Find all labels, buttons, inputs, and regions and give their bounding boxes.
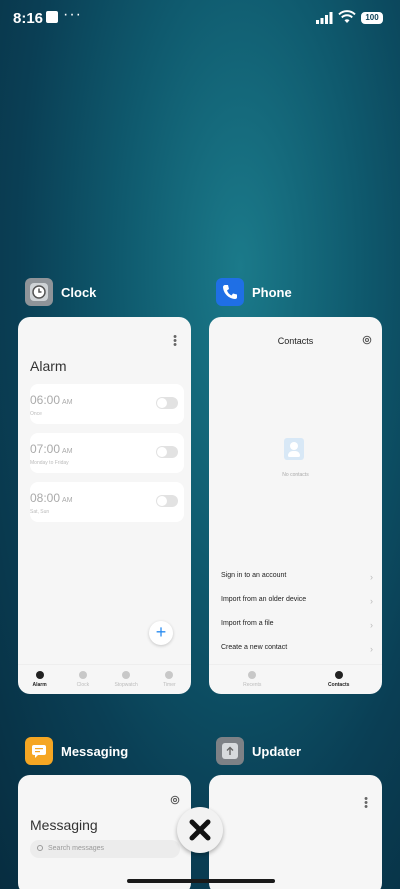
- gear-icon[interactable]: [362, 335, 372, 345]
- stopwatch-icon: [122, 671, 131, 679]
- home-indicator[interactable]: [127, 879, 275, 883]
- search-input[interactable]: Search messages: [30, 840, 180, 858]
- empty-state-text: No contacts: [282, 472, 309, 478]
- notification-icon: [46, 11, 58, 23]
- tab-clock[interactable]: Clock: [61, 665, 104, 694]
- clock-bottom-nav: Alarm Clock Stopwatch Timer: [18, 664, 191, 694]
- messaging-app-card[interactable]: Messaging Search messages: [18, 775, 191, 889]
- clock-app-card[interactable]: • • • Alarm 06:00 AM Once 07:00 AM Monday to…: [18, 317, 191, 694]
- page-title: Messaging: [30, 817, 98, 833]
- hourglass-icon: [165, 671, 174, 679]
- alarm-item[interactable]: 06:00 AM Once: [30, 384, 184, 424]
- phone-app-card[interactable]: Contacts No contacts Sign in to an accou…: [209, 317, 382, 694]
- messaging-app-icon: [25, 737, 53, 765]
- person-icon: [334, 671, 343, 679]
- more-notifications-icon: ···: [63, 6, 82, 23]
- phone-app-name: Phone: [252, 284, 292, 300]
- tab-recents[interactable]: Recents: [209, 665, 296, 694]
- chevron-right-icon: ›: [370, 572, 373, 582]
- search-icon: [37, 845, 43, 851]
- alarm-item[interactable]: 07:00 AM Monday to Friday: [30, 433, 184, 473]
- create-contact-option[interactable]: Create a new contact ›: [221, 644, 373, 658]
- import-older-device-option[interactable]: Import from an older device ›: [221, 596, 373, 610]
- tab-contacts[interactable]: Contacts: [296, 665, 383, 694]
- chevron-right-icon: ›: [370, 596, 373, 606]
- updater-app-name: Updater: [252, 743, 302, 759]
- tab-alarm[interactable]: Alarm: [18, 665, 61, 694]
- sign-in-account-option[interactable]: Sign in to an account ›: [221, 572, 373, 586]
- chevron-right-icon: ›: [370, 620, 373, 630]
- contact-placeholder-icon: [284, 438, 304, 460]
- clear-all-button[interactable]: [177, 807, 223, 853]
- page-title: Contacts: [277, 336, 314, 346]
- alarm-time: 08:00 AM: [30, 491, 73, 505]
- alarm-toggle[interactable]: [156, 397, 178, 409]
- phone-bottom-nav: Recents Contacts: [209, 664, 382, 694]
- more-options-icon[interactable]: • • •: [364, 794, 368, 813]
- updater-app-header[interactable]: Updater: [216, 737, 301, 765]
- gear-icon[interactable]: [170, 795, 180, 805]
- wifi-icon: [338, 10, 356, 23]
- alarm-icon: [35, 671, 44, 679]
- clock-app-icon: [25, 278, 53, 306]
- clock-icon: [78, 671, 87, 679]
- phone-app-icon: [216, 278, 244, 306]
- battery-icon: 100: [361, 12, 383, 24]
- alarm-toggle[interactable]: [156, 495, 178, 507]
- clock-app-header[interactable]: Clock: [25, 278, 96, 306]
- updater-app-card[interactable]: • • •: [209, 775, 382, 889]
- messaging-app-header[interactable]: Messaging: [25, 737, 128, 765]
- status-bar: 8:16 ··· 100: [0, 0, 400, 36]
- messaging-app-name: Messaging: [61, 743, 129, 759]
- alarm-repeat: Sat, Sun: [30, 509, 50, 515]
- alarm-toggle[interactable]: [156, 446, 178, 458]
- add-alarm-button[interactable]: +: [149, 621, 173, 645]
- phone-app-header[interactable]: Phone: [216, 278, 292, 306]
- more-options-icon[interactable]: • • •: [173, 332, 177, 351]
- status-time: 8:16: [13, 10, 44, 27]
- close-icon: [189, 819, 211, 841]
- alarm-time: 06:00 AM: [30, 393, 73, 407]
- phone-icon: [248, 671, 257, 679]
- tab-stopwatch[interactable]: Stopwatch: [105, 665, 148, 694]
- alarm-item[interactable]: 08:00 AM Sat, Sun: [30, 482, 184, 522]
- import-file-option[interactable]: Import from a file ›: [221, 620, 373, 634]
- chevron-right-icon: ›: [370, 644, 373, 654]
- updater-app-icon: [216, 737, 244, 765]
- alarm-repeat: Once: [30, 411, 42, 417]
- alarm-time: 07:00 AM: [30, 442, 73, 456]
- signal-icon: [316, 12, 333, 24]
- clock-app-name: Clock: [61, 284, 97, 300]
- tab-timer[interactable]: Timer: [148, 665, 191, 694]
- alarm-repeat: Monday to Friday: [30, 460, 69, 466]
- page-title: Alarm: [30, 358, 67, 374]
